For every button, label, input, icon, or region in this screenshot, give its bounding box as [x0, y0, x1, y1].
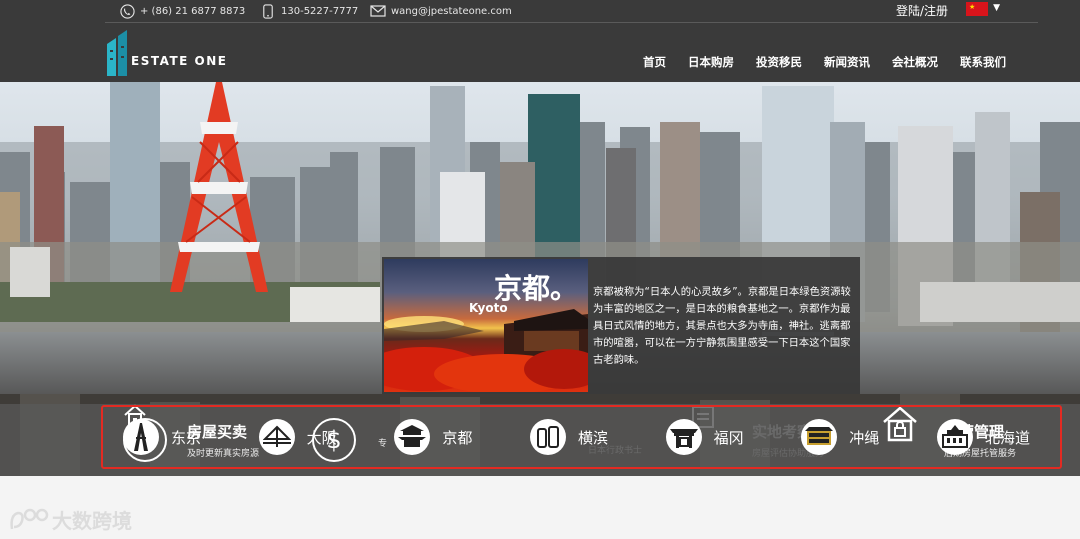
- page-bottom-area: [0, 476, 1080, 539]
- okinawa-castle-icon: [801, 419, 838, 455]
- phone-contact: + (86) 21 6877 8873: [119, 3, 245, 19]
- popup-city-description: 京都被称为“日本人的心灵故乡”。京都是日本绿色资源较为丰富的地区之一，是日本的粮…: [593, 286, 851, 366]
- kyoto-temple-image: 京都。 Kyoto: [384, 259, 588, 392]
- email-contact: wang@jpestateone.com: [370, 3, 512, 19]
- china-flag-icon[interactable]: ★: [966, 2, 988, 16]
- mail-icon: [370, 3, 386, 19]
- nav-company[interactable]: 会社概况: [892, 54, 938, 70]
- logo-mark-icon: [107, 30, 127, 76]
- phone-icon: [119, 3, 135, 19]
- city-osaka[interactable]: 大阪: [258, 419, 337, 455]
- osaka-bridge-icon: [258, 419, 295, 455]
- shrine-icon: [665, 419, 702, 455]
- city-name: 京都: [442, 428, 473, 447]
- mobile-icon: [260, 3, 276, 19]
- city-name: 东京: [171, 428, 202, 447]
- login-register-link[interactable]: 登陆/注册: [896, 2, 948, 19]
- city-name: 北海道: [984, 428, 1030, 447]
- nav-news[interactable]: 新闻资讯: [824, 54, 870, 70]
- yokohama-buildings-icon: [529, 419, 566, 455]
- city-info-popup: 京都。 Kyoto 京都被称为“日本人的心灵故乡”。京都是日本绿色资源较为丰富的…: [382, 257, 860, 394]
- popup-city-subtitle: Kyoto: [469, 301, 508, 315]
- chevron-down-icon[interactable]: ▼: [993, 3, 1000, 13]
- city-okinawa[interactable]: 冲绳: [801, 419, 879, 455]
- phone-number: + (86) 21 6877 8873: [140, 5, 246, 17]
- mobile-contact: 130-5227-7777: [260, 3, 358, 19]
- city-name: 冲绳: [849, 428, 880, 447]
- city-kyoto[interactable]: 京都: [394, 419, 472, 455]
- email-address[interactable]: wang@jpestateone.com: [391, 6, 512, 17]
- city-tokyo[interactable]: 东京: [123, 419, 201, 455]
- city-selector: 东京 大阪 京都 横滨 福冈 冲绳 北海道: [101, 405, 1062, 469]
- hokkaido-building-icon: [936, 419, 973, 455]
- city-hokkaido[interactable]: 北海道: [936, 419, 1030, 455]
- city-yokohama[interactable]: 横滨: [529, 419, 608, 455]
- city-name: 福冈: [713, 428, 744, 447]
- site-logo[interactable]: ESTATE ONE: [107, 30, 227, 78]
- city-fukuoka[interactable]: 福冈: [665, 419, 744, 455]
- city-name: 横滨: [577, 428, 608, 447]
- watermark-logo-icon: [10, 508, 49, 529]
- watermark-text: 大数跨境: [52, 509, 132, 533]
- nav-investment-immigration[interactable]: 投资移民: [756, 54, 802, 70]
- nav-japan-property[interactable]: 日本购房: [688, 54, 734, 70]
- contact-bar: + (86) 21 6877 8873 130-5227-7777 wang@j…: [105, 0, 1038, 23]
- main-nav: 首页 日本购房 投资移民 新闻资讯 会社概况 联系我们: [643, 54, 1006, 70]
- city-name: 大阪: [306, 428, 337, 447]
- temple-icon: [394, 419, 431, 455]
- nav-home[interactable]: 首页: [643, 54, 666, 70]
- mobile-number: 130-5227-7777: [281, 5, 359, 17]
- site-header: + (86) 21 6877 8873 130-5227-7777 wang@j…: [0, 0, 1080, 82]
- logo-text: ESTATE ONE: [131, 54, 228, 68]
- watermark: 大数跨境: [8, 505, 132, 534]
- nav-contact[interactable]: 联系我们: [960, 54, 1006, 70]
- tokyo-tower-icon: [123, 419, 159, 455]
